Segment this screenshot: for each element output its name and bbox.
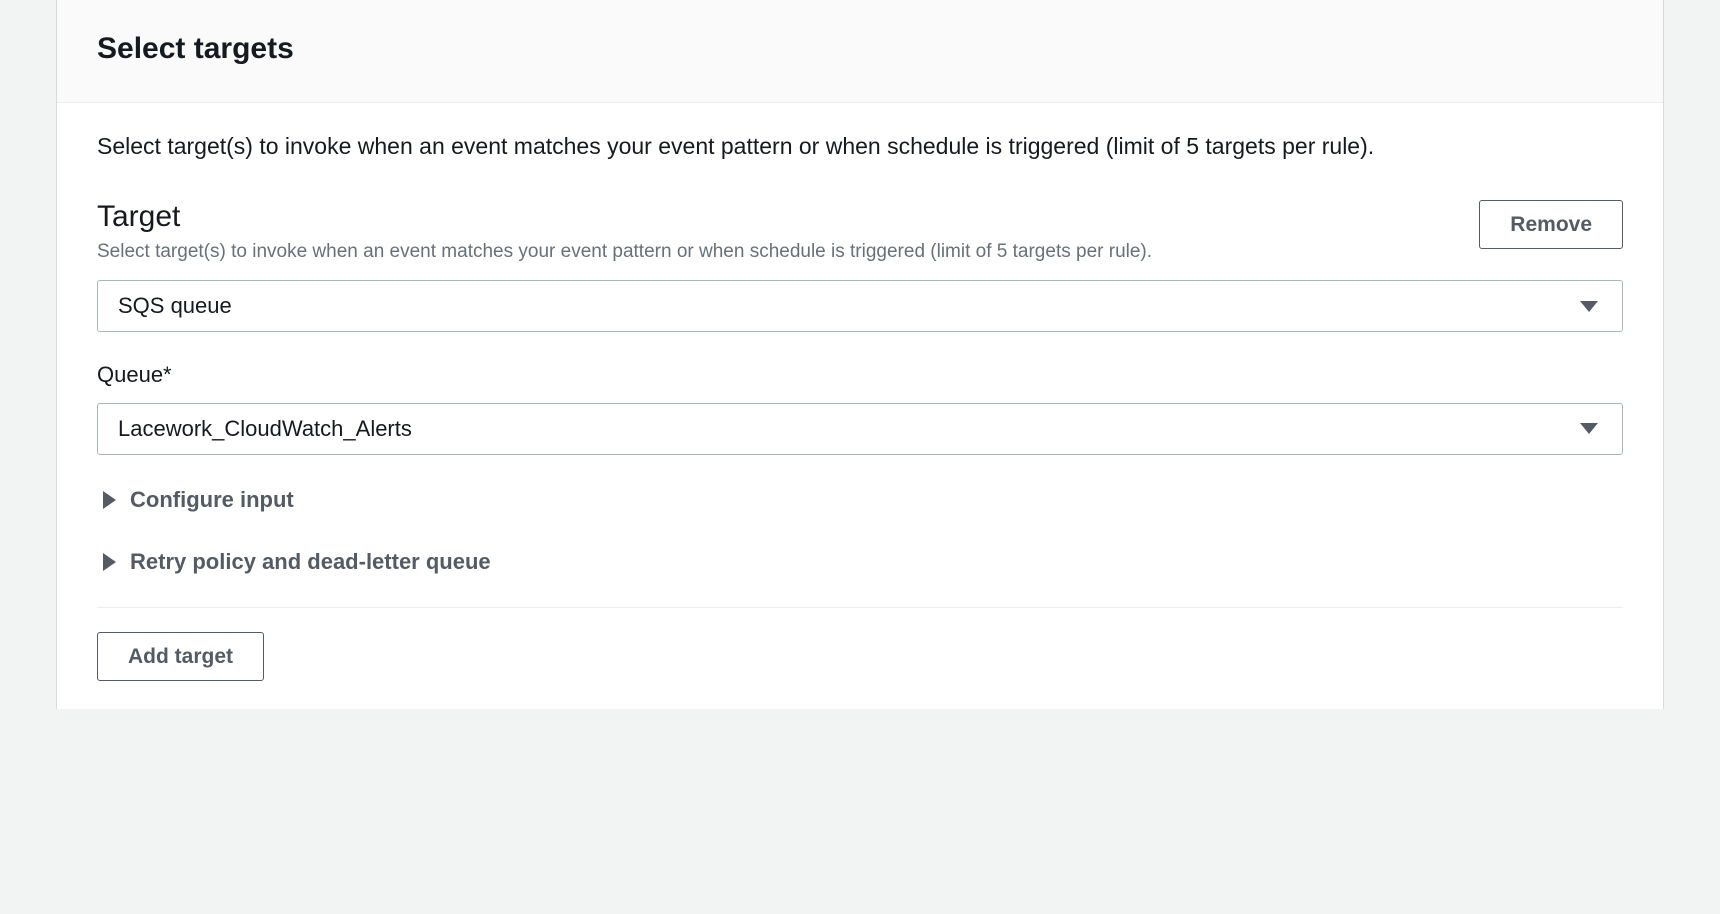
panel-header: Select targets: [57, 0, 1663, 103]
configure-input-label: Configure input: [130, 487, 294, 513]
target-type-select[interactable]: SQS queue: [97, 280, 1623, 332]
caret-right-icon: [103, 491, 116, 509]
panel-title: Select targets: [97, 32, 1623, 66]
queue-value: Lacework_CloudWatch_Alerts: [118, 416, 412, 442]
target-type-value: SQS queue: [118, 293, 232, 319]
target-title-wrap: Target Select target(s) to invoke when a…: [97, 200, 1459, 267]
queue-select[interactable]: Lacework_CloudWatch_Alerts: [97, 403, 1623, 455]
remove-target-button[interactable]: Remove: [1479, 200, 1623, 249]
target-block: Target Select target(s) to invoke when a…: [97, 200, 1623, 682]
target-header-row: Target Select target(s) to invoke when a…: [97, 200, 1623, 267]
panel-body: Select target(s) to invoke when an event…: [57, 103, 1663, 709]
retry-policy-expander[interactable]: Retry policy and dead-letter queue: [97, 545, 1623, 579]
panel-description: Select target(s) to invoke when an event…: [97, 129, 1623, 164]
target-title: Target: [97, 200, 1459, 234]
caret-right-icon: [103, 553, 116, 571]
configure-input-expander[interactable]: Configure input: [97, 483, 1623, 517]
queue-label: Queue*: [97, 362, 1623, 388]
retry-policy-label: Retry policy and dead-letter queue: [130, 549, 491, 575]
select-targets-panel: Select targets Select target(s) to invok…: [56, 0, 1664, 709]
caret-down-icon: [1580, 423, 1598, 434]
caret-down-icon: [1580, 301, 1598, 312]
divider: [97, 607, 1623, 608]
target-subdescription: Select target(s) to invoke when an event…: [97, 238, 1257, 267]
add-target-button[interactable]: Add target: [97, 632, 264, 681]
